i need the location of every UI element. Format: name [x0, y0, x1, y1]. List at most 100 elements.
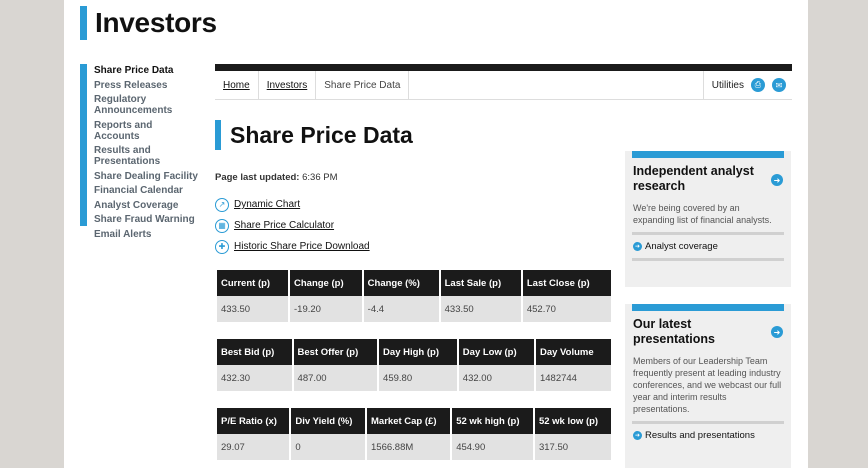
- table-header: P/E Ratio (x): [217, 408, 290, 434]
- download-link-row[interactable]: ✚ Historic Share Price Download: [215, 236, 370, 257]
- price-table-1: Current (p) Change (p) Change (%) Last S…: [215, 270, 613, 322]
- table-header: Day Volume: [535, 339, 611, 365]
- table-cell: 487.00: [293, 365, 378, 391]
- title-accent-bar: [80, 6, 87, 40]
- table-header: Change (%): [363, 270, 439, 296]
- page-title-accent-bar: [215, 120, 221, 150]
- price-table-2: Best Bid (p) Best Offer (p) Day High (p)…: [215, 339, 613, 391]
- arrow-right-icon[interactable]: ➜: [771, 326, 783, 338]
- sidebar-item-email-alerts[interactable]: Email Alerts: [94, 228, 200, 243]
- sidebar-nav: Share Price Data Press Releases Regulato…: [80, 64, 200, 242]
- card-accent-bar: [632, 151, 784, 158]
- breadcrumb: Home Investors Share Price Data Utilitie…: [215, 71, 792, 100]
- table-cell: 433.50: [217, 296, 288, 322]
- card-accent-bar: [632, 304, 784, 311]
- top-dark-bar: [215, 64, 792, 71]
- analyst-card-body: We're being covered by an expanding list…: [633, 203, 772, 225]
- table-header: Best Offer (p): [293, 339, 378, 365]
- calculator-link-row[interactable]: ▦ Share Price Calculator: [215, 215, 370, 236]
- utilities-bar: Utilities ⎙ ✉: [702, 71, 792, 99]
- breadcrumb-home-link[interactable]: Home: [223, 80, 250, 91]
- table-header-row: P/E Ratio (x) Div Yield (%) Market Cap (…: [217, 408, 611, 434]
- line-chart-icon: ↗: [215, 197, 229, 212]
- analyst-research-card: Independent analyst research ➜ We're bei…: [625, 151, 791, 287]
- last-updated-label: Page last updated:: [215, 172, 300, 183]
- email-icon[interactable]: ✉: [772, 78, 786, 92]
- breadcrumb-home[interactable]: Home: [215, 71, 259, 99]
- table-cell: 1482744: [535, 365, 611, 391]
- sidebar-item-share-dealing-facility[interactable]: Share Dealing Facility: [94, 170, 200, 185]
- print-icon[interactable]: ⎙: [751, 78, 765, 92]
- sidebar-item-reports-and-accounts[interactable]: Reports and Accounts: [94, 119, 200, 145]
- breadcrumb-investors[interactable]: Investors: [259, 71, 317, 99]
- table-cell: 1566.88M: [367, 434, 451, 460]
- card-divider: [632, 232, 784, 235]
- table-header: Best Bid (p): [217, 339, 292, 365]
- sidebar-item-share-fraud-warning[interactable]: Share Fraud Warning: [94, 213, 200, 228]
- table-cell: -4.4: [363, 296, 439, 322]
- share-price-calculator-link[interactable]: Share Price Calculator: [234, 220, 334, 231]
- arrow-right-icon: ➜: [633, 431, 642, 440]
- sidebar-item-share-price-data[interactable]: Share Price Data: [94, 64, 200, 79]
- results-presentations-link[interactable]: ➜ Results and presentations: [633, 430, 783, 441]
- table-cell: 452.70: [522, 296, 611, 322]
- sidebar-item-regulatory-announcements[interactable]: Regulatory Announcements: [94, 93, 200, 119]
- table-header: 52 wk low (p): [534, 408, 611, 434]
- page-title: Share Price Data: [230, 121, 413, 148]
- utilities-label: Utilities: [711, 79, 744, 91]
- table-cell: 454.90: [452, 434, 533, 460]
- table-cell: 432.30: [217, 365, 292, 391]
- presentations-card: Our latest presentations ➜ Members of ou…: [625, 304, 791, 468]
- sidebar-item-results-and-presentations[interactable]: Results and Presentations: [94, 144, 200, 170]
- calculator-icon: ▦: [215, 218, 229, 233]
- sidebar-item-press-releases[interactable]: Press Releases: [94, 79, 200, 94]
- results-presentations-link-label[interactable]: Results and presentations: [645, 430, 755, 441]
- arrow-right-icon[interactable]: ➜: [771, 174, 783, 186]
- sidebar-item-analyst-coverage[interactable]: Analyst Coverage: [94, 199, 200, 214]
- table-header: Change (p): [290, 270, 362, 296]
- historic-download-link[interactable]: Historic Share Price Download: [234, 241, 370, 252]
- table-cell: 0: [291, 434, 366, 460]
- table-header: Current (p): [217, 270, 288, 296]
- table-header: Day Low (p): [458, 339, 534, 365]
- dynamic-chart-link[interactable]: Dynamic Chart: [234, 199, 300, 210]
- price-table-3: P/E Ratio (x) Div Yield (%) Market Cap (…: [215, 408, 613, 460]
- table-header-row: Best Bid (p) Best Offer (p) Day High (p)…: [217, 339, 611, 365]
- table-header: 52 wk high (p): [452, 408, 533, 434]
- table-cell: 317.50: [534, 434, 611, 460]
- arrow-right-icon: ➜: [633, 242, 642, 251]
- sidebar-item-financial-calendar[interactable]: Financial Calendar: [94, 184, 200, 199]
- breadcrumb-investors-link[interactable]: Investors: [267, 80, 308, 91]
- analyst-card-title[interactable]: Independent analyst research: [633, 164, 763, 194]
- sidebar-accent-bar: [80, 64, 87, 226]
- site-title: Investors: [95, 7, 217, 38]
- table-cell: 433.50: [440, 296, 521, 322]
- table-header: Market Cap (£): [367, 408, 451, 434]
- page-title-block: Share Price Data: [215, 120, 413, 150]
- card-divider: [632, 421, 784, 424]
- last-updated: Page last updated: 6:36 PM: [215, 172, 338, 183]
- analyst-coverage-link[interactable]: ➜ Analyst coverage: [633, 241, 783, 252]
- download-icon: ✚: [215, 239, 229, 254]
- site-header: Investors: [80, 6, 217, 40]
- dynamic-chart-link-row[interactable]: ↗ Dynamic Chart: [215, 194, 370, 215]
- table-row: 433.50 -19.20 -4.4 433.50 452.70: [217, 296, 611, 322]
- presentations-card-title[interactable]: Our latest presentations: [633, 317, 763, 347]
- table-row: 432.30 487.00 459.80 432.00 1482744: [217, 365, 611, 391]
- last-updated-value: 6:36 PM: [302, 172, 338, 183]
- table-header: Day High (p): [379, 339, 457, 365]
- table-header: Last Close (p): [522, 270, 611, 296]
- card-divider: [632, 258, 784, 261]
- tool-links: ↗ Dynamic Chart ▦ Share Price Calculator…: [215, 194, 370, 257]
- analyst-coverage-link-label[interactable]: Analyst coverage: [645, 241, 718, 252]
- table-cell: 432.00: [458, 365, 534, 391]
- presentations-card-body: Members of our Leadership Team frequentl…: [633, 356, 782, 414]
- breadcrumb-current: Share Price Data: [316, 71, 410, 99]
- table-header-row: Current (p) Change (p) Change (%) Last S…: [217, 270, 611, 296]
- table-cell: 29.07: [217, 434, 290, 460]
- page-container: Investors Share Price Data Press Release…: [64, 0, 808, 468]
- table-cell: -19.20: [290, 296, 362, 322]
- table-header: Last Sale (p): [440, 270, 521, 296]
- table-row: 29.07 0 1566.88M 454.90 317.50: [217, 434, 611, 460]
- table-header: Div Yield (%): [291, 408, 366, 434]
